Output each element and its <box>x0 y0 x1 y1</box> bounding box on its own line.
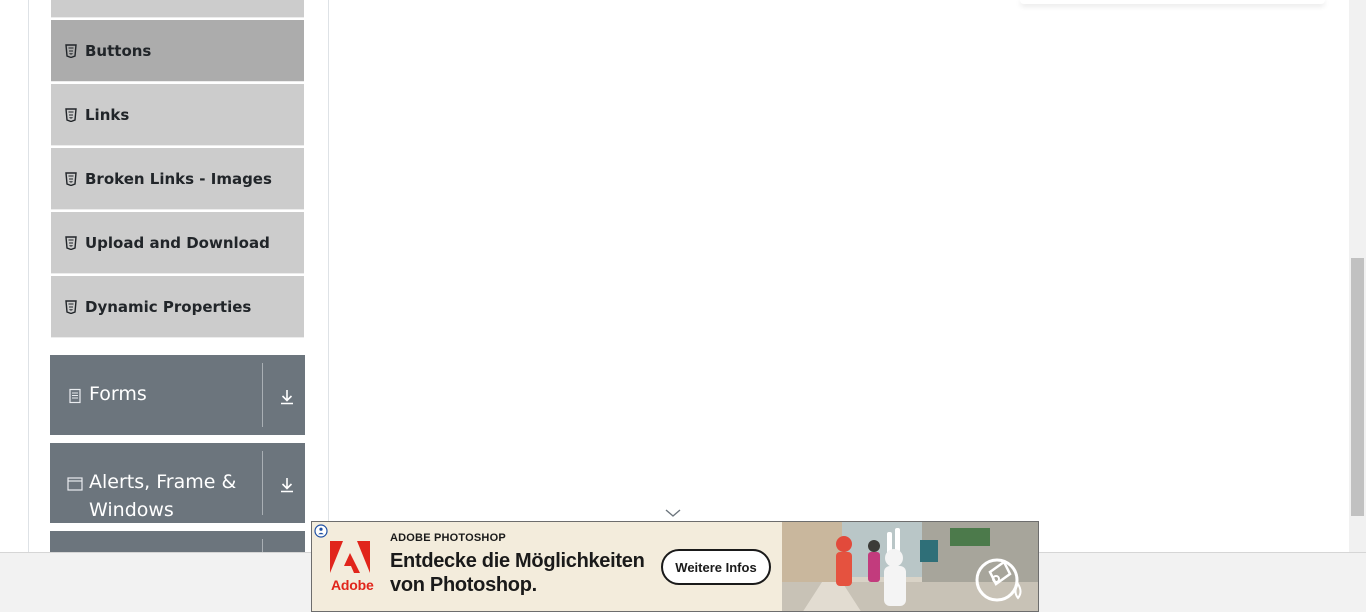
sidebar-item-label: Links <box>85 105 130 124</box>
sidebar-item-links[interactable]: Links <box>51 84 304 146</box>
group-header-alerts-frame-windows[interactable]: Alerts, Frame & Windows <box>50 443 305 523</box>
top-card-edge <box>1020 0 1325 4</box>
group-title: Forms <box>89 383 147 405</box>
html5-icon <box>65 235 77 250</box>
sidebar-item-broken-links[interactable]: Broken Links - Images <box>51 148 304 210</box>
adobe-wordmark: Adobe <box>331 577 374 593</box>
chevron-down-icon[interactable] <box>663 506 683 520</box>
window-icon <box>67 477 83 491</box>
ad-choices-icon[interactable] <box>314 524 328 538</box>
page-content: Buttons Links Broken Links - Images Uplo… <box>0 0 1349 552</box>
sidebar-item-dynamic-properties[interactable]: Dynamic Properties <box>51 276 304 338</box>
ad-headline-line: Entdecke die Möglichkeiten <box>390 550 645 572</box>
content-divider <box>328 0 329 552</box>
html5-icon <box>65 107 77 122</box>
sidebar-item-partial[interactable] <box>51 0 304 18</box>
ad-illustration <box>782 522 1038 611</box>
ad-brand: ADOBE PHOTOSHOP <box>390 532 506 544</box>
group-divider <box>262 539 263 552</box>
group-header-forms[interactable]: Forms <box>50 355 305 435</box>
sidebar-item-label: Buttons <box>85 41 152 60</box>
group-divider <box>262 451 263 515</box>
sidebar-item-label: Upload and Download <box>85 233 270 252</box>
ad-headline-line: von Photoshop. <box>390 574 537 596</box>
html5-icon <box>65 43 77 58</box>
download-arrow-icon[interactable] <box>278 388 296 406</box>
sidebar-item-upload-download[interactable]: Upload and Download <box>51 212 304 274</box>
advertisement-banner[interactable]: Adobe ADOBE PHOTOSHOP Entdecke die Mögli… <box>311 521 1039 612</box>
document-icon <box>69 388 81 404</box>
scrollbar-thumb[interactable] <box>1351 258 1364 516</box>
sidebar-item-label: Dynamic Properties <box>85 297 252 316</box>
ad-headline: Entdecke die Möglichkeiten von Photoshop… <box>390 549 645 597</box>
ad-cta-button[interactable]: Weitere Infos <box>661 549 771 585</box>
html5-icon <box>65 299 77 314</box>
html5-icon <box>65 171 77 186</box>
sidebar-item-buttons[interactable]: Buttons <box>51 20 304 82</box>
sidebar-item-label: Broken Links - Images <box>85 169 272 188</box>
group-header-partial[interactable] <box>50 531 305 552</box>
group-divider <box>262 363 263 427</box>
download-arrow-icon[interactable] <box>278 476 296 494</box>
left-divider <box>28 0 29 552</box>
group-title: Alerts, Frame & Windows <box>89 471 237 521</box>
